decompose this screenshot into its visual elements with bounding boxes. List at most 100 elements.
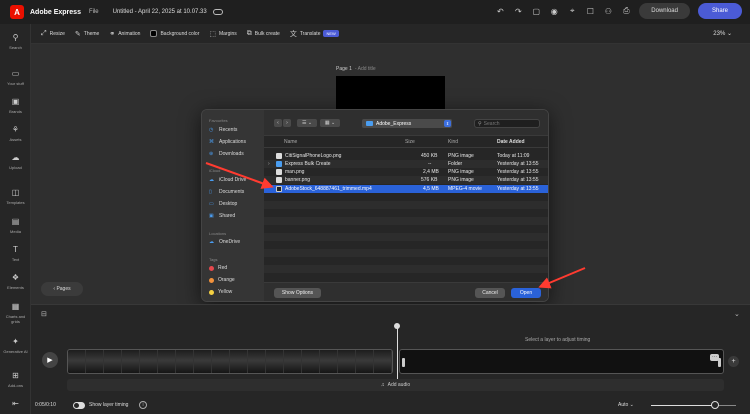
clip-frame bbox=[266, 350, 284, 373]
adobe-express-logo[interactable]: A bbox=[10, 5, 24, 19]
forward-button[interactable]: › bbox=[283, 119, 291, 127]
bulk-create-button[interactable]: ⧉ Bulk create bbox=[247, 30, 280, 38]
list-view-button[interactable]: ☰ ⌄ bbox=[297, 119, 317, 127]
onedrive-icon: ☁ bbox=[209, 239, 214, 245]
dialog-item-onedrive[interactable]: ☁ OneDrive bbox=[209, 239, 240, 245]
file-row[interactable]: man.png 2,4 MB PNG image Yesterday at 13… bbox=[264, 168, 548, 176]
timeline-zoom-slider-fill bbox=[651, 405, 715, 406]
location-icon[interactable]: ⌖ bbox=[567, 6, 577, 16]
redo-icon[interactable]: ↷ bbox=[513, 6, 523, 16]
file-row[interactable]: CitiSignalPhoneLogo.png 450 KB PNG image… bbox=[264, 152, 548, 160]
collapse-icon: ⇤ bbox=[12, 399, 19, 408]
search-input[interactable]: ⚲ Search bbox=[474, 119, 540, 128]
sidebar-item-generative-ai[interactable]: ✦ Generative AI bbox=[0, 337, 31, 354]
animation-icon: ⚭ bbox=[109, 30, 116, 38]
theme-button[interactable]: ✎ Theme bbox=[75, 30, 99, 38]
column-size[interactable]: Size bbox=[405, 139, 415, 145]
clip-start-handle[interactable] bbox=[402, 358, 405, 367]
dialog-tag-red[interactable]: Red bbox=[209, 265, 227, 271]
disclosure-arrow-icon[interactable]: › bbox=[268, 161, 270, 167]
timeline-settings-icon[interactable]: ⊟ bbox=[41, 310, 47, 318]
file-menu[interactable]: File bbox=[89, 9, 99, 15]
download-button[interactable]: Download bbox=[639, 3, 690, 19]
location-select[interactable]: Adobe_Express ⇕ bbox=[362, 119, 452, 128]
user-avatar-icon[interactable]: ◉ bbox=[549, 6, 559, 16]
margins-button[interactable]: ⬚ Margins bbox=[209, 30, 236, 38]
empty-track-clip[interactable]: ··· bbox=[399, 349, 724, 374]
zoom-selector[interactable]: 23% ⌄ bbox=[713, 30, 732, 37]
undo-icon[interactable]: ↶ bbox=[495, 6, 505, 16]
sidebar-item-your-stuff[interactable]: ▭ Your stuff bbox=[0, 69, 31, 86]
open-button[interactable]: Open bbox=[511, 288, 541, 298]
sidebar-item-assets[interactable]: ⚘ Assets bbox=[0, 125, 31, 142]
dialog-item-downloads[interactable]: ⊕ Downloads bbox=[209, 151, 244, 157]
dialog-tag-yellow[interactable]: Yellow bbox=[209, 289, 232, 295]
column-name[interactable]: Name bbox=[284, 139, 297, 145]
empty-row bbox=[264, 193, 548, 201]
animation-button[interactable]: ⚭ Animation bbox=[109, 30, 140, 38]
info-icon[interactable]: i bbox=[139, 401, 147, 409]
cancel-button[interactable]: Cancel bbox=[475, 288, 505, 298]
share-people-icon[interactable]: ⚇ bbox=[603, 6, 613, 16]
translate-button[interactable]: 文 Translate NEW bbox=[290, 29, 339, 39]
file-open-dialog: Favourites ◷ Recents ⌘ Applications ⊕ Downl… bbox=[201, 109, 549, 302]
add-audio-button[interactable]: ♫ Add audio bbox=[67, 379, 724, 391]
file-row-selected[interactable]: AdobeStock_648887461_trimmed.mp4 4,5 MB … bbox=[264, 185, 548, 193]
chevron-down-icon[interactable]: ⌄ bbox=[734, 310, 740, 318]
header-divider bbox=[264, 147, 548, 148]
png-file-icon bbox=[276, 169, 282, 175]
playhead-line[interactable] bbox=[397, 325, 398, 381]
file-row[interactable]: banner.png 576 KB PNG image Yesterday at… bbox=[264, 176, 548, 184]
back-button[interactable]: ‹ bbox=[274, 119, 282, 127]
pages-button[interactable]: ‹ Pages bbox=[41, 282, 83, 296]
video-track-clip[interactable] bbox=[67, 349, 393, 374]
page-canvas[interactable] bbox=[336, 76, 445, 110]
play-button[interactable]: ▶ bbox=[42, 352, 58, 368]
sidebar-item-text[interactable]: T Text bbox=[0, 245, 31, 262]
sidebar-item-search[interactable]: ⚲ Search bbox=[0, 33, 31, 50]
add-scene-button[interactable]: + bbox=[728, 356, 739, 367]
dialog-item-shared[interactable]: ▣ Shared bbox=[209, 213, 235, 219]
dialog-item-icloud-drive[interactable]: ☁ iCloud Drive bbox=[209, 177, 246, 183]
sidebar-item-media[interactable]: ▤ Media bbox=[0, 217, 31, 234]
sidebar-item-elements[interactable]: ❖ Elements bbox=[0, 273, 31, 290]
dialog-item-applications[interactable]: ⌘ Applications bbox=[209, 139, 246, 145]
comment-icon[interactable]: ▢ bbox=[531, 6, 541, 16]
time-readout: 0:05/0:10 bbox=[35, 402, 56, 408]
column-date-added[interactable]: Date Added bbox=[497, 139, 525, 145]
sidebar-item-charts-and-grids[interactable]: ▦ Charts and grids bbox=[0, 302, 31, 324]
dialog-tag-orange[interactable]: Orange bbox=[209, 277, 235, 283]
dialog-item-documents[interactable]: ▯ Documents bbox=[209, 189, 244, 195]
dialog-item-desktop[interactable]: ▭ Desktop bbox=[209, 201, 237, 207]
elements-icon: ❖ bbox=[11, 273, 20, 282]
sidebar-item-add-ons[interactable]: ⊞ Add-ons bbox=[0, 371, 31, 388]
show-layer-timing-toggle[interactable] bbox=[73, 402, 85, 409]
chat-icon[interactable]: ☐ bbox=[585, 6, 595, 16]
theme-icon: ✎ bbox=[74, 30, 81, 38]
timeline-zoom-mode[interactable]: Auto ⌄ bbox=[618, 402, 634, 408]
timeline-zoom-slider-handle[interactable] bbox=[710, 401, 719, 409]
timeline-bottom-bar: 0:05/0:10 Show layer timing i Auto ⌄ bbox=[31, 397, 750, 414]
sidebar-item-collapse[interactable]: ⇤ bbox=[0, 399, 31, 409]
clip-frame bbox=[284, 350, 302, 373]
resize-button[interactable]: ⤢ Resize bbox=[41, 30, 65, 38]
applications-icon: ⌘ bbox=[209, 139, 214, 145]
empty-row bbox=[264, 217, 548, 225]
print-icon[interactable]: ⎙ bbox=[621, 6, 631, 16]
file-row[interactable]: › Express Bulk Create -- Folder Yesterda… bbox=[264, 160, 548, 168]
movie-file-icon bbox=[276, 186, 282, 192]
documents-icon: ▯ bbox=[209, 189, 212, 195]
sidebar-item-brands[interactable]: ▣ Brands bbox=[0, 97, 31, 114]
column-kind[interactable]: Kind bbox=[448, 139, 458, 145]
grid-view-button[interactable]: ▦ ⌄ bbox=[320, 119, 340, 127]
background-color-button[interactable]: Background color bbox=[150, 30, 199, 37]
play-icon: ▶ bbox=[47, 357, 53, 364]
share-button[interactable]: Share bbox=[697, 3, 742, 19]
more-options-icon[interactable]: ··· bbox=[710, 354, 719, 361]
sidebar-item-upload[interactable]: ☁ Upload bbox=[0, 153, 31, 170]
dialog-item-recents[interactable]: ◷ Recents bbox=[209, 127, 237, 133]
show-options-button[interactable]: Show Options bbox=[274, 288, 321, 298]
folder-icon: ▭ bbox=[11, 69, 20, 78]
sidebar-item-templates[interactable]: ◫ Templates bbox=[0, 188, 31, 205]
document-title[interactable]: Untitled - April 22, 2025 at 10.07.33 bbox=[113, 9, 207, 15]
